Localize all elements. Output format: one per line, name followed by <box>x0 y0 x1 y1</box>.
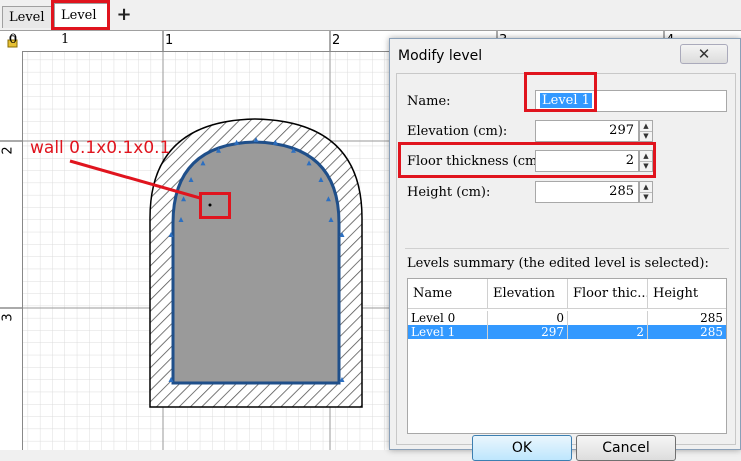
room-floor[interactable] <box>171 140 341 385</box>
cell-floor-thickness: 2 <box>568 325 648 339</box>
annotation-highlight-wall <box>199 192 231 219</box>
column-header-floor-thickness[interactable]: Floor thic... <box>568 279 648 309</box>
name-label: Name: <box>407 94 451 109</box>
highlight-floor-thickness <box>398 142 656 178</box>
levels-summary-label: Levels summary (the edited level is sele… <box>407 256 709 271</box>
table-row-selected[interactable]: Level 1 297 2 285 <box>408 325 726 339</box>
highlight-tab-level-1 <box>51 0 110 30</box>
add-level-icon[interactable]: + <box>113 6 135 26</box>
dialog-title: Modify level <box>398 48 483 64</box>
cell-name: Level 0 <box>408 311 488 325</box>
cell-elevation: 297 <box>488 325 568 339</box>
close-icon[interactable]: ✕ <box>680 44 728 64</box>
ruler-label-1: 1 <box>165 33 174 48</box>
cell-elevation: 0 <box>488 311 568 325</box>
ok-button[interactable]: OK <box>472 435 572 461</box>
cell-height: 285 <box>700 311 723 325</box>
height-field[interactable]: 285 <box>535 181 639 203</box>
highlight-name-field <box>524 72 597 112</box>
ruler-label-left-3: 3 <box>0 313 16 322</box>
separator <box>405 248 729 249</box>
levels-summary-table[interactable]: Name Elevation Floor thic... Height Leve… <box>407 278 727 434</box>
tab-level-0[interactable]: Level 0 <box>2 6 54 47</box>
annotation-label: wall 0.1x0.1x0.1 <box>30 138 171 158</box>
elevation-label: Elevation (cm): <box>407 124 508 139</box>
table-row[interactable]: Level 0 0 285 <box>408 311 726 325</box>
dialog-body: Name: Level 1 Elevation (cm): 297 ▲ ▼ Fl… <box>396 73 736 461</box>
ruler-label-left-2: 2 <box>0 146 16 155</box>
column-header-name[interactable]: Name <box>408 279 488 309</box>
cell-height: 285 <box>700 325 723 339</box>
column-header-elevation[interactable]: Elevation <box>488 279 568 309</box>
left-ruler: 2 3 <box>0 51 23 450</box>
down-arrow-icon[interactable]: ▼ <box>640 131 652 141</box>
elevation-stepper[interactable]: ▲ ▼ <box>639 120 653 142</box>
level-tab-bar: Level 0 Level 1 + <box>0 0 741 47</box>
cell-floor-thickness <box>568 311 648 325</box>
height-stepper[interactable]: ▲ ▼ <box>639 181 653 203</box>
cancel-button[interactable]: Cancel <box>576 435 676 461</box>
elevation-field[interactable]: 297 <box>535 120 639 142</box>
down-arrow-icon[interactable]: ▼ <box>640 192 652 202</box>
column-header-height[interactable]: Height <box>648 279 726 309</box>
height-label: Height (cm): <box>407 185 491 200</box>
cell-name: Level 1 <box>408 325 488 339</box>
ruler-label-2: 2 <box>332 33 341 48</box>
